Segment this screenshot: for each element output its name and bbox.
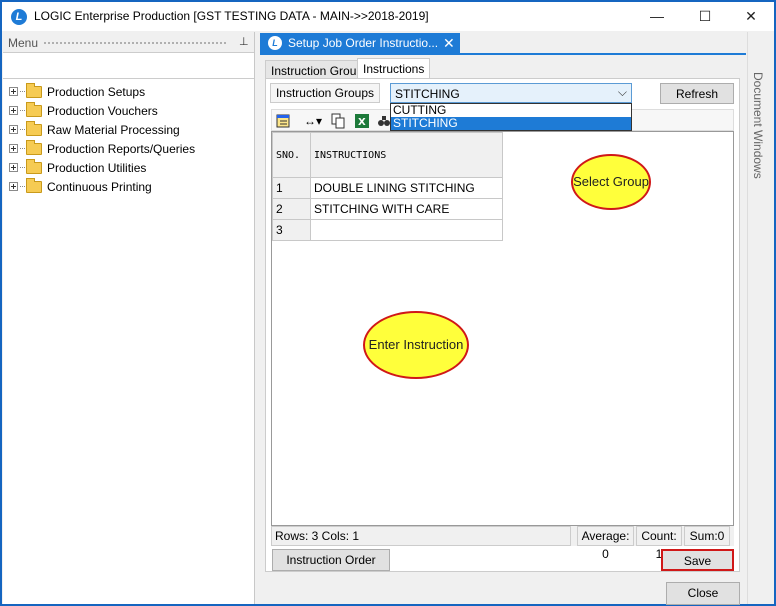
table-row[interactable]: 1 DOUBLE LINING STITCHING [272, 177, 503, 199]
row-number-cell: 2 [272, 198, 311, 220]
pin-icon[interactable]: ⊥ [239, 35, 249, 48]
instructions-tab-page: Instruction Groups STITCHING ⌵ CUTTING S… [265, 78, 740, 572]
instructions-grid[interactable]: SNO. INSTRUCTIONS 1 DOUBLE LINING STITCH… [271, 131, 734, 526]
folder-icon [26, 120, 42, 136]
sum-status: Sum:0 [684, 526, 730, 546]
expand-icon[interactable] [9, 144, 18, 153]
tree-connector [20, 129, 25, 130]
instruction-group-select[interactable]: STITCHING ⌵ [390, 83, 632, 103]
minimize-button[interactable]: — [634, 2, 680, 31]
column-header-instructions[interactable]: INSTRUCTIONS [310, 132, 503, 178]
tab-instructions[interactable]: Instructions [357, 58, 431, 79]
folder-icon [26, 101, 42, 117]
save-button[interactable]: Save [661, 549, 734, 571]
setup-form: Instruction Group Instructions Instructi… [260, 55, 746, 605]
instructions-table: SNO. INSTRUCTIONS 1 DOUBLE LINING STITCH… [272, 132, 503, 241]
select-group-callout: Select Group [571, 154, 651, 210]
instruction-cell[interactable] [310, 219, 503, 241]
instruction-cell[interactable]: STITCHING WITH CARE [310, 198, 503, 220]
maximize-button[interactable]: ☐ [682, 2, 728, 31]
expand-icon[interactable] [9, 125, 18, 134]
app-window: L LOGIC Enterprise Production [GST TESTI… [0, 0, 776, 606]
tree-item-production-setups[interactable]: Production Setups [3, 82, 254, 101]
count-status: Count: 1 [636, 526, 682, 561]
instruction-group-dropdown: CUTTING STITCHING [390, 103, 632, 131]
tree-item-label: Continuous Printing [47, 179, 152, 194]
refresh-button[interactable]: Refresh [660, 83, 734, 104]
column-header-sno[interactable]: SNO. [272, 132, 311, 178]
copy-icon[interactable] [330, 113, 346, 129]
instruction-cell[interactable]: DOUBLE LINING STITCHING [310, 177, 503, 199]
tree-item-production-reports[interactable]: Production Reports/Queries [3, 139, 254, 158]
close-tab-icon[interactable]: ✕ [443, 35, 455, 52]
expand-icon[interactable] [9, 106, 18, 115]
folder-icon [26, 177, 42, 193]
tree-item-label: Production Setups [47, 84, 146, 99]
grid-header-row: SNO. INSTRUCTIONS [272, 132, 503, 178]
tree-connector [20, 148, 25, 149]
expand-icon[interactable] [9, 87, 18, 96]
tree-item-label: Production Reports/Queries [47, 141, 196, 156]
tree-item-production-utilities[interactable]: Production Utilities [3, 158, 254, 177]
tree-item-raw-material-processing[interactable]: Raw Material Processing [3, 120, 254, 139]
folder-icon [26, 158, 42, 174]
expand-icon[interactable] [9, 163, 18, 172]
folder-icon [26, 139, 42, 155]
instruction-groups-label: Instruction Groups [270, 83, 380, 103]
instruction-order-button[interactable]: Instruction Order [272, 549, 390, 571]
app-logo-icon: L [268, 36, 282, 50]
window-title: LOGIC Enterprise Production [GST TESTING… [34, 9, 429, 23]
menu-panel: Menu ⊥ Production Setups Production Vouc… [3, 32, 255, 604]
row-number-cell: 3 [272, 219, 311, 241]
document-tab[interactable]: L Setup Job Order Instructio... ✕ [260, 33, 460, 54]
svg-text:X: X [358, 117, 366, 128]
tree-item-label: Production Utilities [47, 160, 147, 175]
rows-cols-status: Rows: 3 Cols: 1 [271, 526, 571, 546]
menu-search-area [3, 53, 254, 79]
expand-icon[interactable] [9, 182, 18, 191]
tree-item-label: Raw Material Processing [47, 122, 180, 137]
title-bar[interactable]: L LOGIC Enterprise Production [GST TESTI… [2, 2, 774, 31]
tree-connector [20, 167, 25, 168]
row-number-cell: 1 [272, 177, 311, 199]
excel-export-icon[interactable]: X [354, 113, 370, 129]
chevron-down-icon[interactable]: ⌵ [618, 85, 627, 100]
menu-grip [43, 41, 228, 45]
table-row[interactable]: 3 [272, 219, 503, 241]
folder-icon [26, 82, 42, 98]
document-windows-label: Document Windows [751, 72, 765, 179]
tree-connector [20, 110, 25, 111]
resize-columns-icon[interactable]: ↔▾ [300, 113, 326, 129]
tree-connector [20, 186, 25, 187]
tree-item-continuous-printing[interactable]: Continuous Printing [3, 177, 254, 196]
tree-item-label: Production Vouchers [47, 103, 158, 118]
tab-instruction-group[interactable]: Instruction Group [265, 60, 370, 79]
close-window-button[interactable]: ✕ [728, 2, 774, 31]
close-button[interactable]: Close [666, 582, 740, 605]
app-logo-icon: L [11, 9, 27, 25]
document-windows-panel[interactable]: Document Windows [747, 32, 774, 604]
menu-tree: Production Setups Production Vouchers Ra… [3, 79, 254, 196]
document-tab-label: Setup Job Order Instructio... [288, 36, 439, 50]
selected-group-value: STITCHING [395, 87, 460, 101]
menu-header-label: Menu [8, 36, 39, 50]
tree-connector [20, 91, 25, 92]
tree-item-production-vouchers[interactable]: Production Vouchers [3, 101, 254, 120]
status-bar: Rows: 3 Cols: 1 Average: 0 Count: 1 Sum:… [271, 526, 734, 561]
average-status: Average: 0 [577, 526, 634, 561]
menu-header: Menu ⊥ [3, 32, 254, 53]
table-row[interactable]: 2 STITCHING WITH CARE [272, 198, 503, 220]
dropdown-option-stitching[interactable]: STITCHING [391, 117, 631, 130]
enter-instruction-callout: Enter Instruction [363, 311, 469, 379]
column-chooser-icon[interactable] [275, 113, 291, 129]
